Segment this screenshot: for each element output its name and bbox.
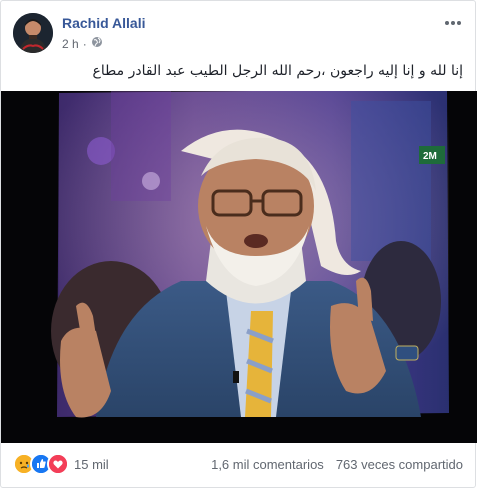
post-photo[interactable]: 2M (1, 91, 477, 443)
globe-icon[interactable] (91, 36, 103, 51)
post-time[interactable]: 2 h (62, 37, 79, 51)
post-meta: 2 h · (62, 36, 103, 51)
post-footer: 15 mil 1,6 mil comentarios 763 veces com… (13, 453, 463, 475)
channel-logo: 2M (419, 146, 445, 164)
post-text: إنا لله و إنا إليه راجعون ،رحم الله الرج… (92, 63, 463, 79)
love-react-icon (47, 453, 69, 475)
author-name[interactable]: Rachid Allali (62, 15, 146, 31)
shares-count[interactable]: 763 veces compartido (336, 457, 463, 472)
comments-count[interactable]: 1,6 mil comentarios (211, 457, 324, 472)
svg-text:2M: 2M (423, 151, 437, 162)
more-options-icon[interactable] (443, 13, 463, 33)
reactions-summary[interactable]: 15 mil (13, 453, 109, 475)
post-card: Rachid Allali 2 h · إنا لله و إنا إليه ر… (0, 0, 477, 488)
author-avatar[interactable] (13, 13, 53, 53)
reaction-count[interactable]: 15 mil (74, 457, 109, 472)
